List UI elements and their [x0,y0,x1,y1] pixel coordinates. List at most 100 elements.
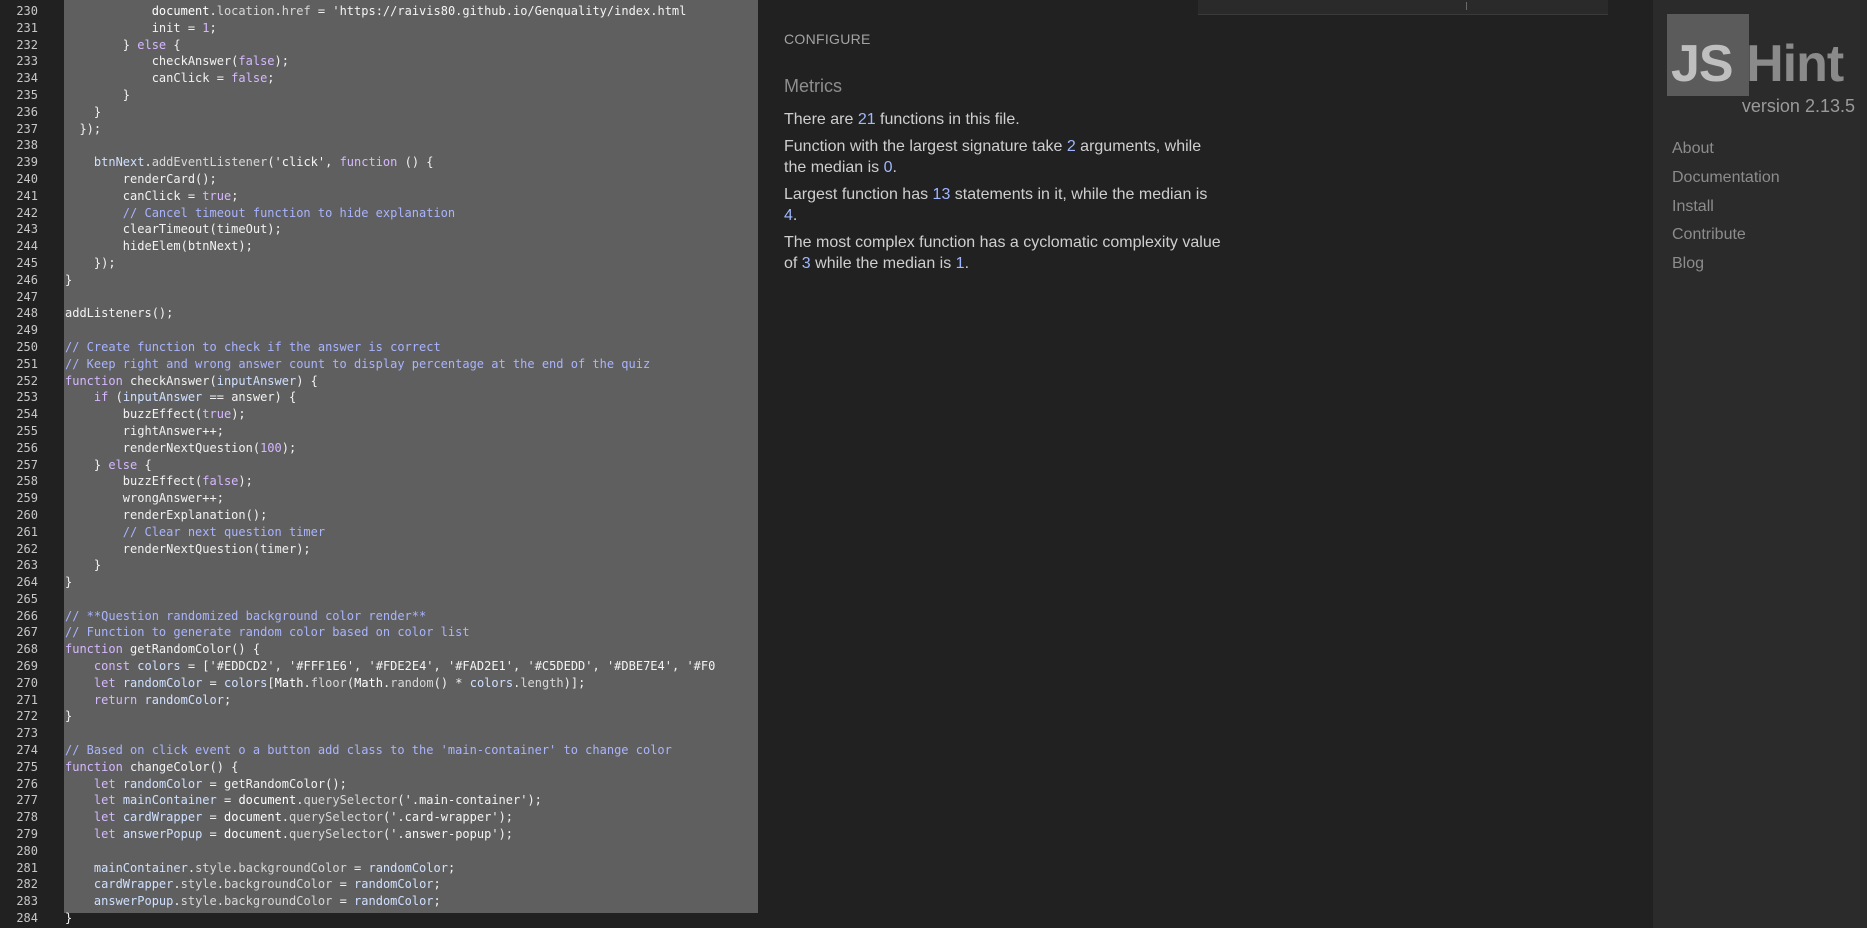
code-line[interactable]: 263 } [0,557,758,574]
code-text[interactable]: } [65,708,72,725]
code-text[interactable]: // **Question randomized background colo… [65,608,426,625]
code-line[interactable]: 251 // Keep right and wrong answer count … [0,356,758,373]
code-line[interactable]: 270 let randomColor = colors[Math.floor(… [0,675,758,692]
code-line[interactable]: 260 renderExplanation(); [0,507,758,524]
code-text[interactable]: hideElem(btnNext); [65,238,253,255]
code-line[interactable]: 261 // Clear next question timer [0,524,758,541]
code-lines[interactable]: 230 document.location.href = 'https://ra… [0,3,758,927]
code-line[interactable]: 255 rightAnswer++; [0,423,758,440]
code-line[interactable]: 256 renderNextQuestion(100); [0,440,758,457]
code-line[interactable]: 234 canClick = false; [0,70,758,87]
code-line[interactable]: 273 [0,725,758,742]
code-line[interactable]: 243 clearTimeout(timeOut); [0,221,758,238]
code-line[interactable]: 258 buzzEffect(false); [0,473,758,490]
code-line[interactable]: 279 let answerPopup = document.querySele… [0,826,758,843]
jshint-logo[interactable]: JS Hint [1667,14,1857,96]
code-line[interactable]: 238 [0,137,758,154]
code-line[interactable]: 253 if (inputAnswer == answer) { [0,389,758,406]
code-text[interactable]: // Clear next question timer [65,524,325,541]
code-text[interactable]: renderExplanation(); [65,507,268,524]
code-line[interactable]: 241 canClick = true; [0,188,758,205]
code-text[interactable]: // Function to generate random color bas… [65,624,470,641]
code-line[interactable]: 267 // Function to generate random color … [0,624,758,641]
code-text[interactable]: } [65,104,101,121]
code-line[interactable]: 276 let randomColor = getRandomColor(); [0,776,758,793]
code-text[interactable]: btnNext.addEventListener('click', functi… [65,154,434,171]
code-text[interactable]: document.location.href = 'https://raivis… [65,3,687,20]
code-text[interactable]: wrongAnswer++; [65,490,224,507]
code-text[interactable]: let randomColor = colors[Math.floor(Math… [65,675,585,692]
code-line[interactable]: 232 } else { [0,37,758,54]
code-line[interactable]: 274 // Based on click event o a button ad… [0,742,758,759]
code-text[interactable]: buzzEffect(false); [65,473,253,490]
code-line[interactable]: 284} [0,910,758,927]
code-text[interactable]: canClick = true; [65,188,239,205]
code-text[interactable]: answerPopup.style.backgroundColor = rand… [65,893,441,910]
code-text[interactable]: } else { [65,37,181,54]
code-line[interactable]: 239 btnNext.addEventListener('click', fu… [0,154,758,171]
code-text[interactable]: // Cancel timeout function to hide expla… [65,205,455,222]
code-line[interactable]: 262 renderNextQuestion(timer); [0,541,758,558]
code-text[interactable]: let answerPopup = document.querySelector… [65,826,513,843]
code-line[interactable]: 231 init = 1; [0,20,758,37]
code-text[interactable]: let cardWrapper = document.querySelector… [65,809,513,826]
code-line[interactable]: 250 // Create function to check if the an… [0,339,758,356]
code-line[interactable]: 240 renderCard(); [0,171,758,188]
nav-link-documentation[interactable]: Documentation [1672,168,1780,197]
code-text[interactable]: init = 1; [65,20,217,37]
code-line[interactable]: 237 }); [0,121,758,138]
code-text[interactable]: } [65,87,130,104]
code-text[interactable]: let randomColor = getRandomColor(); [65,776,347,793]
code-text[interactable]: } [65,557,101,574]
code-line[interactable]: 247 [0,289,758,306]
code-line[interactable]: 235 } [0,87,758,104]
nav-link-about[interactable]: About [1672,139,1780,168]
code-text[interactable]: const colors = ['#EDDCD2', '#FFF1E6', '#… [65,658,715,675]
code-text[interactable]: addListeners(); [65,305,173,322]
code-line[interactable]: 275 function changeColor() { [0,759,758,776]
code-line[interactable]: 242 // Cancel timeout function to hide e… [0,205,758,222]
code-line[interactable]: 272} [0,708,758,725]
code-line[interactable]: 281 mainContainer.style.backgroundColor … [0,860,758,877]
code-line[interactable]: 283 answerPopup.style.backgroundColor = … [0,893,758,910]
nav-link-blog[interactable]: Blog [1672,254,1780,283]
code-text[interactable]: } [65,910,72,927]
code-line[interactable]: 277 let mainContainer = document.querySe… [0,792,758,809]
code-text[interactable]: // Create function to check if the answe… [65,339,441,356]
code-line[interactable]: 244 hideElem(btnNext); [0,238,758,255]
code-line[interactable]: 246} [0,272,758,289]
code-line[interactable]: 282 cardWrapper.style.backgroundColor = … [0,876,758,893]
code-text[interactable]: renderNextQuestion(timer); [65,541,311,558]
code-line[interactable]: 259 wrongAnswer++; [0,490,758,507]
code-line[interactable]: 264} [0,574,758,591]
code-line[interactable]: 269 const colors = ['#EDDCD2', '#FFF1E6'… [0,658,758,675]
nav-link-contribute[interactable]: Contribute [1672,225,1780,254]
code-line[interactable]: 245 }); [0,255,758,272]
code-text[interactable]: mainContainer.style.backgroundColor = ra… [65,860,455,877]
code-line[interactable]: 265 [0,591,758,608]
code-text[interactable]: canClick = false; [65,70,275,87]
code-text[interactable]: // Keep right and wrong answer count to … [65,356,650,373]
code-line[interactable]: 268 function getRandomColor() { [0,641,758,658]
code-text[interactable]: function checkAnswer(inputAnswer) { [65,373,318,390]
code-editor[interactable]: 230 document.location.href = 'https://ra… [0,0,758,928]
code-text[interactable]: } [65,574,72,591]
code-text[interactable]: if (inputAnswer == answer) { [65,389,296,406]
code-line[interactable]: 233 checkAnswer(false); [0,53,758,70]
code-text[interactable]: } else { [65,457,152,474]
code-line[interactable]: 236 } [0,104,758,121]
code-text[interactable]: // Based on click event o a button add c… [65,742,672,759]
code-text[interactable]: } [65,272,72,289]
code-line[interactable]: 248 addListeners(); [0,305,758,322]
code-text[interactable]: cardWrapper.style.backgroundColor = rand… [65,876,441,893]
code-text[interactable]: }); [65,255,116,272]
code-text[interactable]: }); [65,121,101,138]
code-line[interactable]: 252 function checkAnswer(inputAnswer) { [0,373,758,390]
code-line[interactable]: 266 // **Question randomized background c… [0,608,758,625]
code-text[interactable]: function getRandomColor() { [65,641,260,658]
code-line[interactable]: 230 document.location.href = 'https://ra… [0,3,758,20]
code-text[interactable]: buzzEffect(true); [65,406,246,423]
code-line[interactable]: 278 let cardWrapper = document.querySele… [0,809,758,826]
code-line[interactable]: 271 return randomColor; [0,692,758,709]
configure-link[interactable]: CONFIGURE [784,31,871,47]
